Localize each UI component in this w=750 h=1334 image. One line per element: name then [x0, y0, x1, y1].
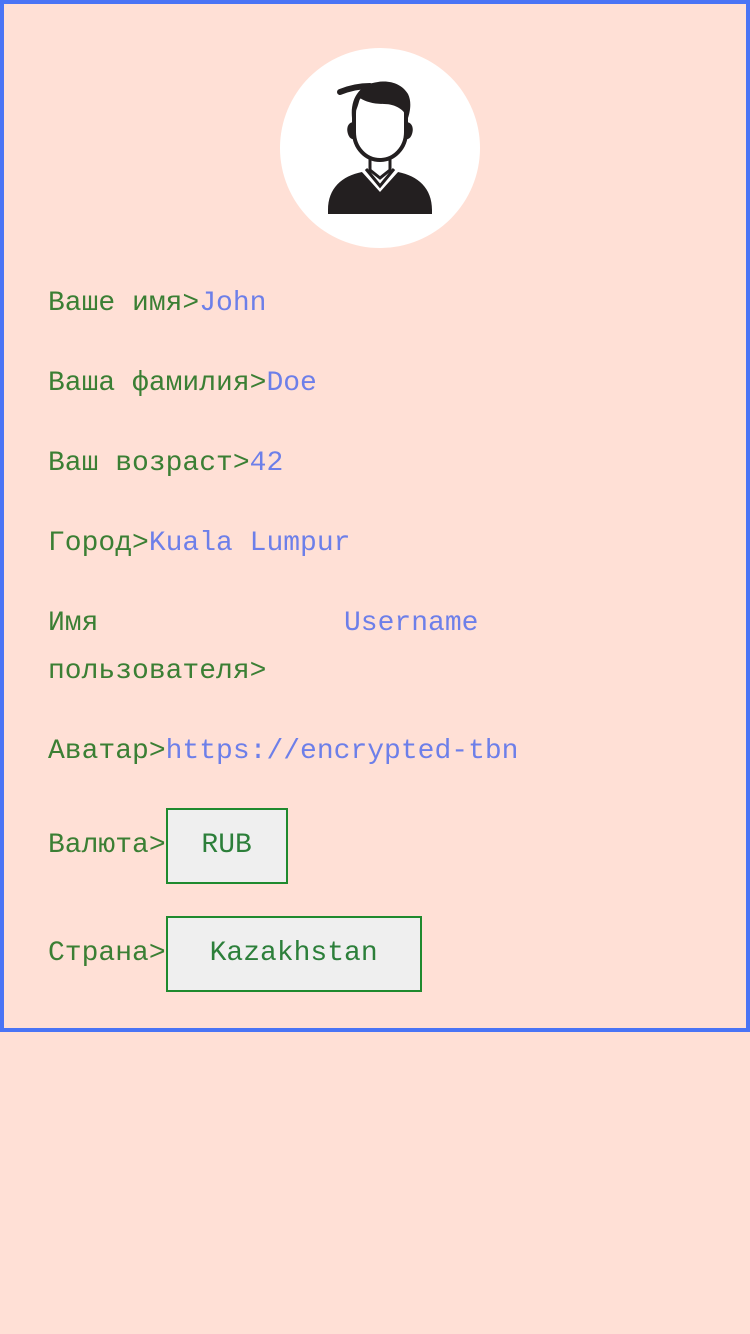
age-value[interactable]: 42	[250, 448, 284, 479]
currency-row: Валюта> RUB	[48, 808, 288, 884]
surname-row: Ваша фамилия>Doe	[48, 364, 317, 404]
name-label: Ваше имя>	[48, 288, 200, 319]
avatar-url-label: Аватар>	[48, 736, 166, 767]
country-select[interactable]: Kazakhstan	[165, 916, 422, 992]
city-row: Город>Kuala Lumpur	[48, 524, 350, 564]
avatar[interactable]	[280, 48, 480, 248]
country-label: Страна>	[48, 938, 166, 969]
avatar-url-value[interactable]: https://encrypted-tbn	[166, 736, 519, 767]
username-label-line1: Имя	[48, 608, 99, 639]
avatar-url-row: Аватар>https://encrypted-tbn	[48, 732, 518, 772]
username-value[interactable]: Username	[344, 604, 478, 644]
surname-value[interactable]: Doe	[266, 368, 316, 399]
age-row: Ваш возраст>42	[48, 444, 283, 484]
age-label: Ваш возраст>	[48, 448, 250, 479]
user-silhouette-icon	[328, 81, 432, 214]
currency-select[interactable]: RUB	[165, 808, 288, 884]
surname-label: Ваша фамилия>	[48, 368, 267, 399]
name-row: Ваше имя>John	[48, 284, 266, 324]
city-value[interactable]: Kuala Lumpur	[149, 528, 351, 559]
city-label: Город>	[48, 528, 149, 559]
country-row: Страна> Kazakhstan	[48, 916, 422, 992]
currency-label: Валюта>	[48, 830, 166, 861]
username-label-line2: пользователя>	[48, 656, 267, 687]
name-value[interactable]: John	[199, 288, 266, 319]
profile-card: Ваше имя>John Ваша фамилия>Doe Ваш возра…	[0, 0, 750, 1032]
